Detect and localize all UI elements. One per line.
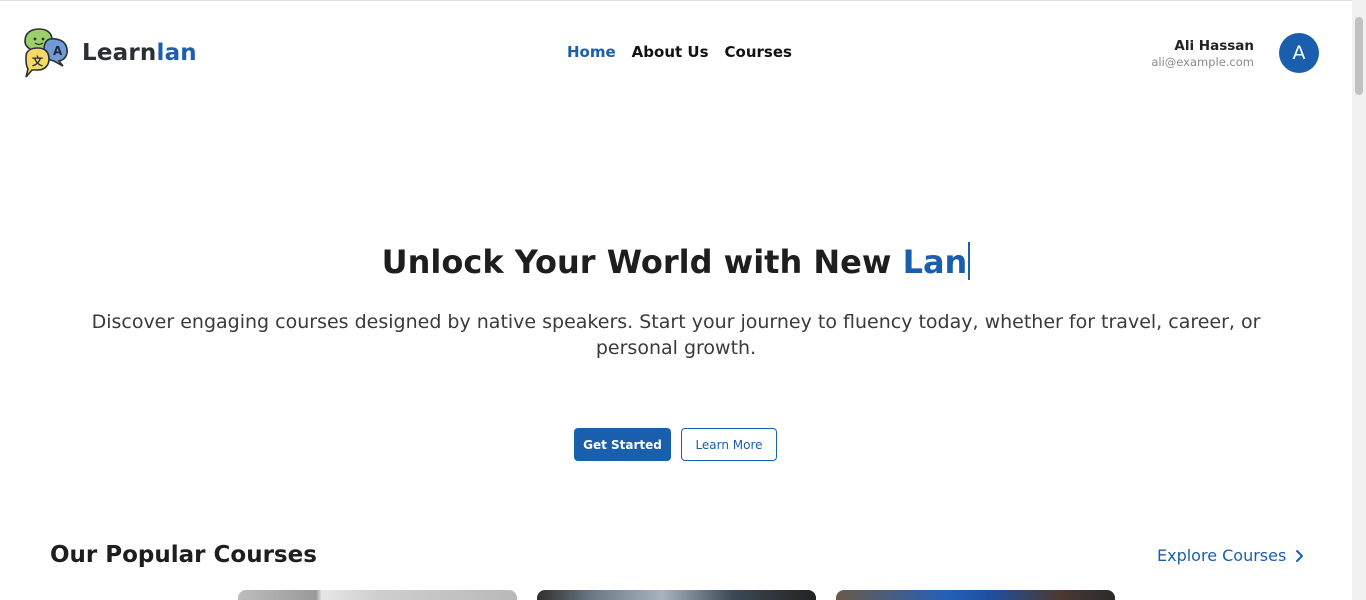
chevron-right-icon (1296, 549, 1304, 562)
hero-title-static: Unlock Your World with New (381, 243, 903, 281)
typing-caret (968, 242, 971, 280)
nav-home[interactable]: Home (567, 43, 616, 61)
user-name: Ali Hassan (1174, 38, 1254, 54)
learn-more-button[interactable]: Learn More (681, 428, 777, 461)
main-nav: Home About Us Courses (567, 43, 792, 61)
popular-courses-title: Our Popular Courses (50, 542, 317, 568)
get-started-button[interactable]: Get Started (574, 428, 671, 461)
hero-title: Unlock Your World with New Lan (0, 242, 1352, 281)
course-card-image[interactable] (238, 590, 517, 600)
nav-courses[interactable]: Courses (725, 43, 792, 61)
course-card-image[interactable] (836, 590, 1115, 600)
brand-name-part1: Learn (82, 40, 157, 66)
hero-title-typed: Lan (902, 243, 968, 281)
hero-subtitle: Discover engaging courses designed by na… (91, 311, 1261, 359)
explore-courses-label: Explore Courses (1157, 546, 1287, 565)
course-cards (238, 590, 1115, 600)
page-scrollbar[interactable] (1352, 0, 1366, 600)
site-header: A 文 Learnlan Home About Us Courses Ali H… (0, 0, 1352, 106)
course-card-image[interactable] (537, 590, 816, 600)
svg-text:A: A (53, 44, 63, 58)
avatar[interactable]: A (1279, 33, 1319, 73)
brand-name-part2: lan (156, 40, 197, 66)
nav-about-us[interactable]: About Us (632, 43, 709, 61)
hero-actions: Get Started Learn More (574, 428, 777, 461)
explore-courses-link[interactable]: Explore Courses (1157, 546, 1306, 565)
brand-logo[interactable]: A 文 Learnlan (22, 27, 197, 79)
scrollbar-thumb[interactable] (1355, 17, 1363, 95)
svg-text:文: 文 (32, 54, 44, 68)
user-email: ali@example.com (1151, 55, 1254, 69)
brand-name: Learnlan (82, 40, 197, 66)
user-info: Ali Hassan ali@example.com (1151, 38, 1254, 70)
translate-bubbles-icon: A 文 (22, 27, 76, 79)
